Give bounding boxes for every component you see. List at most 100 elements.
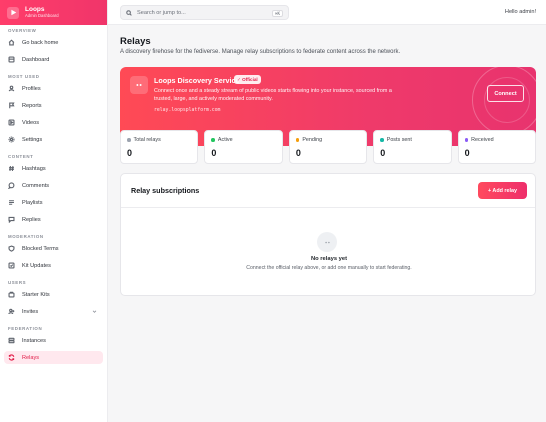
sidebar-item-starter-kits[interactable]: Starter Kits bbox=[4, 288, 103, 301]
sidebar-item-dashboard[interactable]: Dashboard bbox=[4, 53, 103, 66]
relay-subscriptions-panel: Relay subscriptions + Add relay No relay… bbox=[120, 173, 536, 296]
dashboard-icon bbox=[8, 56, 15, 63]
section-label-federation: FEDERATION bbox=[8, 326, 43, 331]
search-icon bbox=[126, 9, 132, 16]
panel-header: Relay subscriptions + Add relay bbox=[121, 174, 535, 208]
stat-card-active: Active 0 bbox=[204, 130, 283, 164]
sidebar-item-go-back-home[interactable]: Go back home bbox=[4, 36, 103, 49]
sidebar-item-label: Reports bbox=[22, 102, 42, 109]
stat-value: 0 bbox=[127, 148, 133, 158]
sidebar-item-label: Invites bbox=[22, 308, 39, 315]
stat-value: 0 bbox=[295, 148, 301, 158]
relay-url: relay.loopsplatform.com bbox=[154, 108, 221, 113]
search-placeholder: Search or jump to... bbox=[137, 9, 186, 16]
relay-badge-icon bbox=[130, 76, 148, 94]
reply-icon bbox=[8, 216, 15, 223]
main-content: Relays A discovery firehose for the fedi… bbox=[108, 25, 546, 422]
connect-button[interactable]: Connect bbox=[487, 85, 524, 102]
page-title: Relays bbox=[120, 36, 151, 47]
banner-description: Connect once and a steady stream of publ… bbox=[154, 88, 392, 102]
starter-kit-icon bbox=[8, 291, 15, 298]
user-greeting[interactable]: Hello admin! bbox=[505, 9, 536, 15]
block-icon bbox=[8, 245, 15, 252]
empty-state-icon bbox=[317, 232, 337, 252]
invite-icon bbox=[8, 308, 15, 315]
page-description: A discovery firehose for the fediverse. … bbox=[120, 49, 401, 55]
playlist-icon bbox=[8, 199, 15, 206]
stat-label: Pending bbox=[302, 137, 323, 143]
sidebar-item-label: Relays bbox=[22, 354, 40, 361]
search-shortcut-badge: ⌘K bbox=[271, 9, 283, 17]
brand-subtitle: Admin Dashboard bbox=[25, 13, 59, 19]
sidebar-item-label: Settings bbox=[22, 136, 43, 143]
sidebar-item-hashtags[interactable]: Hashtags bbox=[4, 162, 103, 175]
sidebar-item-settings[interactable]: Settings bbox=[4, 133, 103, 146]
stats-row: Total relays 0 Active 0 Pending 0 Posts … bbox=[120, 130, 537, 164]
sidebar-item-label: Starter Kits bbox=[22, 291, 50, 298]
home-icon bbox=[8, 39, 15, 46]
sidebar-item-invites[interactable]: Invites bbox=[4, 305, 103, 318]
empty-state-description: Connect the official relay above, or add… bbox=[246, 265, 412, 271]
section-label-users: USERS bbox=[8, 280, 27, 285]
user-icon bbox=[8, 85, 15, 92]
search-input[interactable]: Search or jump to... ⌘K bbox=[120, 5, 289, 20]
loops-logo-icon bbox=[7, 6, 19, 19]
report-icon bbox=[8, 102, 15, 109]
sidebar-item-comments[interactable]: Comments bbox=[4, 179, 103, 192]
stat-card-total-relays: Total relays 0 bbox=[120, 130, 199, 164]
sidebar-item-reports[interactable]: Reports bbox=[4, 99, 103, 112]
sidebar-item-label: Replies bbox=[22, 216, 41, 223]
sidebar-item-label: Kit Updates bbox=[22, 262, 51, 269]
sidebar: Loops Admin Dashboard OVERVIEW Go back h… bbox=[0, 0, 108, 422]
sidebar-item-label: Instances bbox=[22, 337, 46, 344]
status-dot bbox=[380, 138, 384, 142]
sidebar-item-instances[interactable]: Instances bbox=[4, 334, 103, 347]
section-label-most-used: MOST USED bbox=[8, 74, 40, 79]
sidebar-item-playlists[interactable]: Playlists bbox=[4, 196, 103, 209]
chevron-down-icon[interactable] bbox=[92, 309, 97, 314]
panel-title: Relay subscriptions bbox=[131, 186, 200, 195]
sidebar-item-videos[interactable]: Videos bbox=[4, 116, 103, 129]
section-label-content: CONTENT bbox=[8, 154, 34, 159]
stat-card-pending: Pending 0 bbox=[288, 130, 368, 164]
banner-title: Loops Discovery Service bbox=[154, 76, 240, 85]
status-dot bbox=[464, 138, 469, 142]
status-dot bbox=[295, 138, 300, 142]
sidebar-item-label: Comments bbox=[22, 182, 50, 189]
server-icon bbox=[8, 337, 15, 344]
sidebar-item-profiles[interactable]: Profiles bbox=[4, 82, 103, 95]
stat-label: Received bbox=[471, 137, 494, 143]
sidebar-item-label: Dashboard bbox=[22, 56, 50, 63]
sidebar-item-blocked-terms[interactable]: Blocked Terms bbox=[4, 242, 103, 255]
stat-label: Posts sent bbox=[386, 137, 412, 143]
top-bar: Search or jump to... ⌘K Hello admin! bbox=[108, 0, 546, 25]
gear-icon bbox=[8, 136, 15, 143]
sidebar-nav: OVERVIEW Go back home Dashboard MOST USE… bbox=[0, 25, 107, 364]
official-badge: ✓ Official bbox=[234, 75, 261, 84]
sidebar-item-label: Hashtags bbox=[22, 165, 46, 172]
stat-value: 0 bbox=[211, 148, 217, 158]
sidebar-item-kit-updates[interactable]: Kit Updates bbox=[4, 259, 103, 272]
section-label-moderation: MODERATION bbox=[8, 234, 44, 239]
stat-card-posts-sent: Posts sent 0 bbox=[373, 130, 452, 164]
sidebar-item-label: Profiles bbox=[22, 85, 41, 92]
stat-value: 0 bbox=[380, 148, 386, 158]
empty-state-title: No relays yet bbox=[310, 256, 348, 262]
sidebar-item-replies[interactable]: Replies bbox=[4, 213, 103, 226]
kit-icon bbox=[8, 262, 15, 269]
sidebar-item-label: Go back home bbox=[22, 39, 59, 46]
comment-icon bbox=[8, 182, 15, 189]
add-relay-button[interactable]: + Add relay bbox=[478, 182, 527, 199]
stat-label: Active bbox=[217, 137, 233, 143]
video-icon bbox=[8, 119, 15, 126]
section-label-overview: OVERVIEW bbox=[8, 28, 37, 33]
brand-header[interactable]: Loops Admin Dashboard bbox=[0, 0, 107, 25]
sidebar-item-label: Videos bbox=[22, 119, 40, 126]
stat-card-received: Received 0 bbox=[457, 130, 537, 164]
status-dot bbox=[127, 138, 131, 142]
status-dot bbox=[211, 138, 215, 142]
sidebar-item-relays[interactable]: Relays bbox=[4, 351, 103, 364]
stat-value: 0 bbox=[464, 148, 470, 158]
sidebar-item-label: Playlists bbox=[22, 199, 43, 206]
stat-label: Total relays bbox=[133, 137, 161, 143]
